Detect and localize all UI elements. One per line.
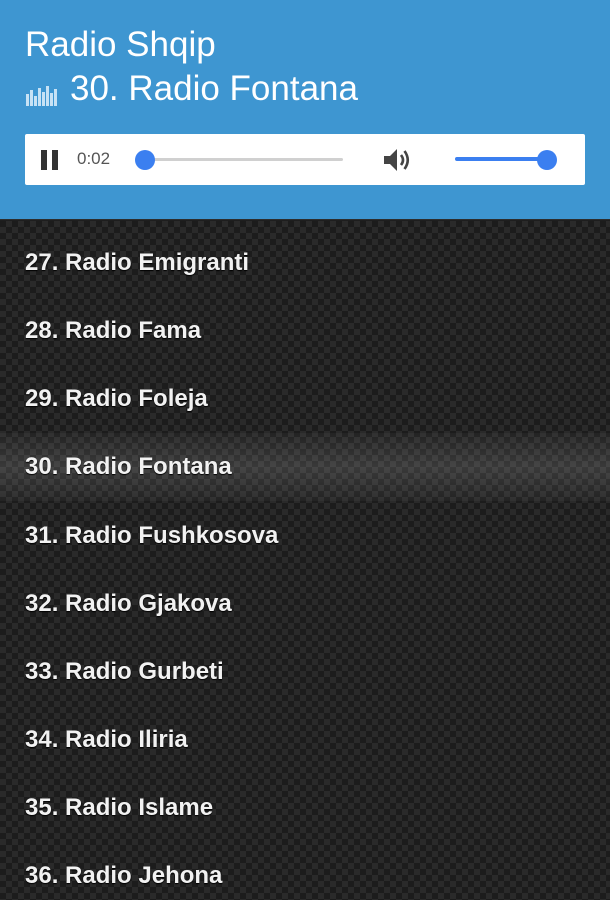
station-item[interactable]: 34. Radio Iliria xyxy=(0,706,610,774)
app-title: Radio Shqip xyxy=(25,25,216,64)
station-label: 36. Radio Jehona xyxy=(25,862,223,889)
station-label: 31. Radio Fushkosova xyxy=(25,522,279,549)
station-label: 35. Radio Islame xyxy=(25,794,214,821)
station-item[interactable]: 31. Radio Fushkosova xyxy=(0,502,610,570)
equalizer-icon xyxy=(26,86,57,106)
now-playing: 30. Radio Fontana xyxy=(25,68,358,110)
station-list: 27. Radio Emigranti 28. Radio Fama 29. R… xyxy=(0,221,610,900)
station-label: 28. Radio Fama xyxy=(25,317,202,344)
volume-thumb[interactable] xyxy=(537,150,557,170)
station-item[interactable]: 27. Radio Emigranti xyxy=(0,229,610,297)
volume-slider[interactable] xyxy=(455,157,547,161)
pause-icon xyxy=(41,150,47,170)
pause-button[interactable] xyxy=(39,148,61,172)
station-item[interactable]: 35. Radio Islame xyxy=(0,774,610,842)
station-item-active[interactable]: 30. Radio Fontana xyxy=(0,433,610,501)
volume-icon[interactable] xyxy=(381,145,415,175)
audio-player: 0:02 xyxy=(25,134,585,185)
seek-thumb[interactable] xyxy=(135,150,155,170)
station-item[interactable]: 32. Radio Gjakova xyxy=(0,570,610,638)
station-item[interactable]: 36. Radio Jehona xyxy=(0,842,610,900)
station-label: 32. Radio Gjakova xyxy=(25,590,232,617)
station-item[interactable]: 28. Radio Fama xyxy=(0,297,610,365)
app-header: Radio Shqip 30. Radio Fontana 0:02 xyxy=(0,0,610,220)
station-label: 34. Radio Iliria xyxy=(25,726,188,753)
station-label: 30. Radio Fontana xyxy=(25,453,232,480)
seek-bar[interactable] xyxy=(145,158,343,161)
station-item[interactable]: 33. Radio Gurbeti xyxy=(0,638,610,706)
elapsed-time: 0:02 xyxy=(77,149,111,168)
station-label: 33. Radio Gurbeti xyxy=(25,658,224,685)
now-playing-title: 30. Radio Fontana xyxy=(70,69,358,108)
station-label: 27. Radio Emigranti xyxy=(25,249,250,276)
station-label: 29. Radio Foleja xyxy=(25,385,208,412)
station-item[interactable]: 29. Radio Foleja xyxy=(0,365,610,433)
